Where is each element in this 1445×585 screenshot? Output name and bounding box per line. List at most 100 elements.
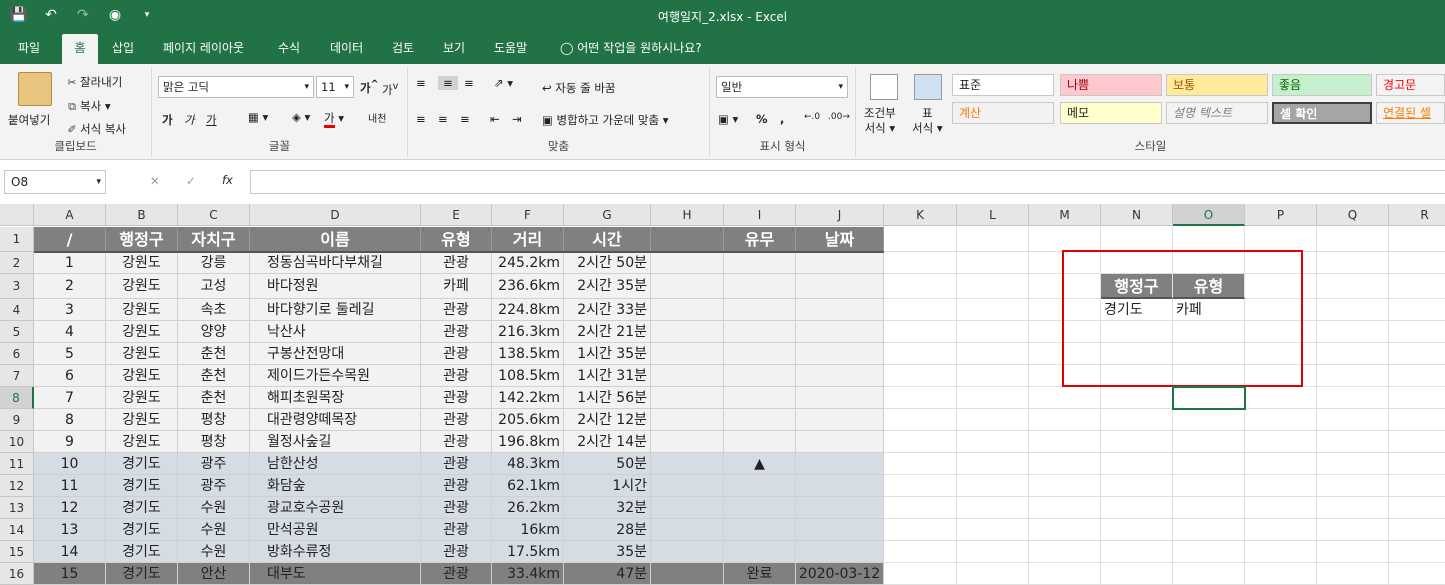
table-cell[interactable]: 춘천 bbox=[178, 387, 250, 409]
table-cell[interactable]: 138.5km bbox=[492, 343, 564, 365]
table-cell[interactable]: 2시간 12분 bbox=[564, 409, 651, 431]
table-cell[interactable] bbox=[651, 252, 724, 274]
table-header-cell[interactable]: / bbox=[34, 227, 106, 252]
table-cell[interactable]: 48.3km bbox=[492, 453, 564, 475]
table-cell[interactable]: 수원 bbox=[178, 541, 250, 563]
table-cell[interactable]: 바다향기로 둘레길 bbox=[250, 299, 421, 321]
table-cell[interactable]: 고성 bbox=[178, 274, 250, 299]
empty-cell[interactable] bbox=[1317, 431, 1389, 453]
table-cell[interactable]: 5 bbox=[34, 343, 106, 365]
empty-cell[interactable] bbox=[1317, 497, 1389, 519]
empty-cell[interactable] bbox=[957, 519, 1029, 541]
table-cell[interactable] bbox=[796, 519, 884, 541]
table-cell[interactable] bbox=[651, 365, 724, 387]
phonetic-button[interactable]: 내천 bbox=[368, 110, 386, 125]
empty-cell[interactable] bbox=[1389, 497, 1445, 519]
table-header-cell[interactable]: 이름 bbox=[250, 227, 421, 252]
fill-color-button[interactable]: ◈ ▾ bbox=[292, 110, 310, 124]
align-center-icon[interactable]: ≡ bbox=[438, 112, 448, 126]
empty-cell[interactable] bbox=[1389, 453, 1445, 475]
table-cell[interactable]: 50분 bbox=[564, 453, 651, 475]
table-cell[interactable]: 제이드가든수목원 bbox=[250, 365, 421, 387]
empty-cell[interactable] bbox=[884, 453, 957, 475]
merge-center-button[interactable]: ▣ 병합하고 가운데 맞춤 ▾ bbox=[542, 112, 669, 128]
table-cell[interactable] bbox=[651, 299, 724, 321]
row-header-7[interactable]: 7 bbox=[0, 365, 34, 387]
table-cell[interactable] bbox=[651, 387, 724, 409]
decrease-decimal-icon[interactable]: .00→ bbox=[828, 112, 850, 122]
table-cell[interactable]: 강원도 bbox=[106, 299, 178, 321]
cancel-icon[interactable]: ✕ bbox=[150, 174, 160, 188]
font-color-button[interactable]: 가 ▾ bbox=[324, 110, 344, 128]
row-header-16[interactable]: 16 bbox=[0, 563, 34, 585]
empty-cell[interactable] bbox=[1245, 409, 1317, 431]
table-cell[interactable] bbox=[796, 453, 884, 475]
table-cell[interactable]: 1시간 35분 bbox=[564, 343, 651, 365]
number-format-dropdown[interactable]: 일반 ▾ bbox=[716, 76, 848, 98]
row-header-10[interactable]: 10 bbox=[0, 431, 34, 453]
table-header-cell[interactable]: 날짜 bbox=[796, 227, 884, 252]
empty-cell[interactable] bbox=[1317, 299, 1389, 321]
row-header-8[interactable]: 8 bbox=[0, 387, 34, 409]
table-cell[interactable]: 수원 bbox=[178, 497, 250, 519]
tab-formulas[interactable]: 수식 bbox=[270, 34, 308, 64]
paste-icon[interactable] bbox=[18, 72, 52, 106]
empty-cell[interactable] bbox=[884, 321, 957, 343]
table-cell[interactable]: 대관령양떼목장 bbox=[250, 409, 421, 431]
empty-cell[interactable] bbox=[957, 321, 1029, 343]
empty-cell[interactable] bbox=[1317, 343, 1389, 365]
table-cell[interactable] bbox=[651, 321, 724, 343]
table-cell[interactable]: 관광 bbox=[421, 475, 492, 497]
table-cell[interactable]: 양양 bbox=[178, 321, 250, 343]
table-cell[interactable] bbox=[724, 519, 796, 541]
table-cell[interactable]: 32분 bbox=[564, 497, 651, 519]
name-box[interactable]: O8 ▾ bbox=[4, 170, 106, 194]
table-cell[interactable]: 1시간 56분 bbox=[564, 387, 651, 409]
table-cell[interactable]: 관광 bbox=[421, 453, 492, 475]
column-header-J[interactable]: J bbox=[796, 204, 884, 226]
increase-indent-icon[interactable]: ⇥ bbox=[512, 112, 522, 126]
table-cell[interactable]: 방화수류정 bbox=[250, 541, 421, 563]
table-cell[interactable]: 광주 bbox=[178, 453, 250, 475]
table-cell[interactable]: 관광 bbox=[421, 431, 492, 453]
tab-help[interactable]: 도움말 bbox=[486, 34, 535, 64]
empty-cell[interactable] bbox=[1029, 431, 1101, 453]
empty-cell[interactable] bbox=[1101, 541, 1173, 563]
table-cell[interactable] bbox=[724, 252, 796, 274]
table-cell[interactable]: 17.5km bbox=[492, 541, 564, 563]
table-cell[interactable] bbox=[651, 409, 724, 431]
table-cell[interactable]: 관광 bbox=[421, 365, 492, 387]
font-size-dropdown[interactable]: 11 ▾ bbox=[316, 76, 354, 98]
column-header-R[interactable]: R bbox=[1389, 204, 1445, 226]
table-cell[interactable]: 2020-03-12 bbox=[796, 563, 884, 585]
table-cell[interactable] bbox=[796, 343, 884, 365]
cell-style-3[interactable]: 좋음 bbox=[1272, 74, 1372, 96]
underline-button[interactable]: 가 bbox=[206, 112, 217, 128]
empty-cell[interactable] bbox=[1029, 497, 1101, 519]
empty-cell[interactable] bbox=[884, 365, 957, 387]
column-header-B[interactable]: B bbox=[106, 204, 178, 226]
empty-cell[interactable] bbox=[1029, 541, 1101, 563]
empty-cell[interactable] bbox=[1389, 321, 1445, 343]
row-header-3[interactable]: 3 bbox=[0, 274, 34, 299]
empty-cell[interactable] bbox=[1389, 274, 1445, 299]
empty-cell[interactable] bbox=[1245, 497, 1317, 519]
table-cell[interactable] bbox=[651, 541, 724, 563]
table-cell[interactable]: 평창 bbox=[178, 431, 250, 453]
table-cell[interactable]: 245.2km bbox=[492, 252, 564, 274]
table-cell[interactable]: 광교호수공원 bbox=[250, 497, 421, 519]
table-cell[interactable] bbox=[724, 299, 796, 321]
table-cell[interactable] bbox=[651, 343, 724, 365]
empty-cell[interactable] bbox=[1389, 299, 1445, 321]
column-header-E[interactable]: E bbox=[421, 204, 492, 226]
row-header-14[interactable]: 14 bbox=[0, 519, 34, 541]
column-header-A[interactable]: A bbox=[34, 204, 106, 226]
empty-cell[interactable] bbox=[1245, 475, 1317, 497]
table-cell[interactable]: 관광 bbox=[421, 299, 492, 321]
empty-cell[interactable] bbox=[1317, 274, 1389, 299]
table-cell[interactable]: 2시간 21분 bbox=[564, 321, 651, 343]
table-cell[interactable]: 관광 bbox=[421, 409, 492, 431]
table-cell[interactable]: 강원도 bbox=[106, 365, 178, 387]
table-cell[interactable]: 화담숲 bbox=[250, 475, 421, 497]
empty-cell[interactable] bbox=[1389, 387, 1445, 409]
